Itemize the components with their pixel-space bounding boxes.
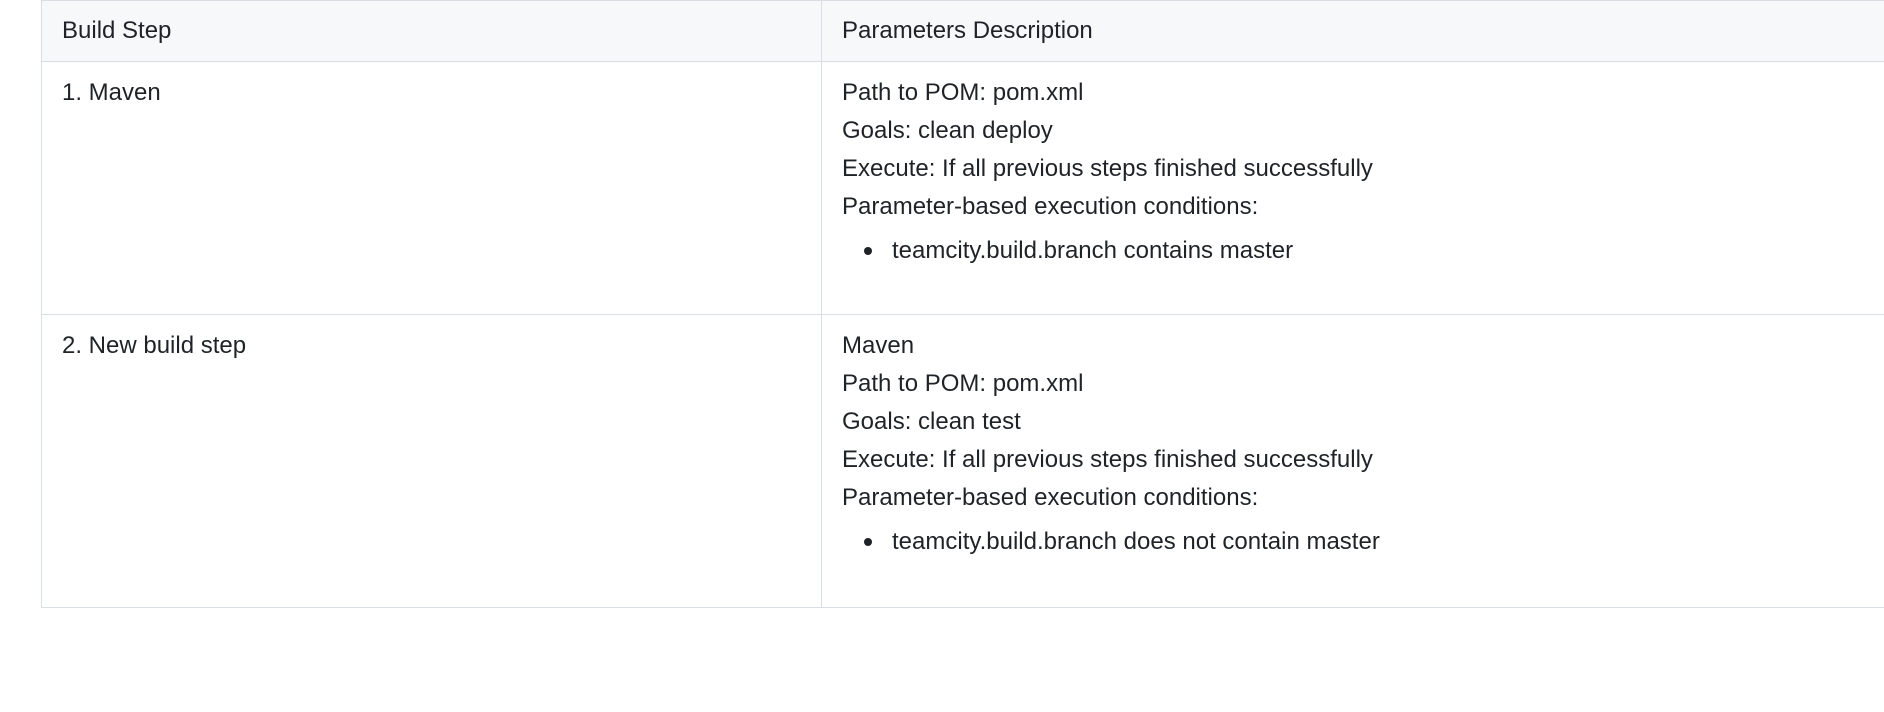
build-step-name: 1. Maven [41,61,822,315]
param-line: Execute: If all previous steps finished … [842,155,1373,182]
build-steps-table: Build Step Parameters Description 1. Mav… [41,0,1884,608]
condition-list: teamcity.build.branch contains master [842,232,1865,270]
condition-item: teamcity.build.branch contains master [864,232,1865,270]
param-line: Path to POM: pom.xml [842,79,1084,106]
parameters-description: Path to POM: pom.xml Goals: clean deploy… [821,61,1884,315]
condition-item: teamcity.build.branch does not contain m… [864,523,1865,561]
condition-list: teamcity.build.branch does not contain m… [842,523,1865,561]
condition-text: teamcity.build.branch contains master [892,237,1294,264]
header-parameters-description: Parameters Description [821,0,1884,62]
page: Build Step Parameters Description 1. Mav… [0,0,1884,712]
parameters-description: Maven Path to POM: pom.xml Goals: clean … [821,314,1884,608]
param-line: Goals: clean test [842,408,1021,435]
header-build-step: Build Step [41,0,822,62]
build-step-name: 2. New build step [41,314,822,608]
bullet-icon [864,538,872,546]
table-row: 1. Maven Path to POM: pom.xml Goals: cle… [41,61,1884,315]
table-row: 2. New build step Maven Path to POM: pom… [41,314,1884,608]
param-line: Maven [842,332,915,359]
table-header-row: Build Step Parameters Description [41,0,1884,62]
param-line: Execute: If all previous steps finished … [842,446,1373,473]
param-line: Goals: clean deploy [842,117,1053,144]
condition-text: teamcity.build.branch does not contain m… [892,528,1380,555]
param-line: Parameter-based execution conditions: [842,193,1259,220]
bullet-icon [864,247,872,255]
param-line: Path to POM: pom.xml [842,370,1084,397]
param-line: Parameter-based execution conditions: [842,484,1259,511]
